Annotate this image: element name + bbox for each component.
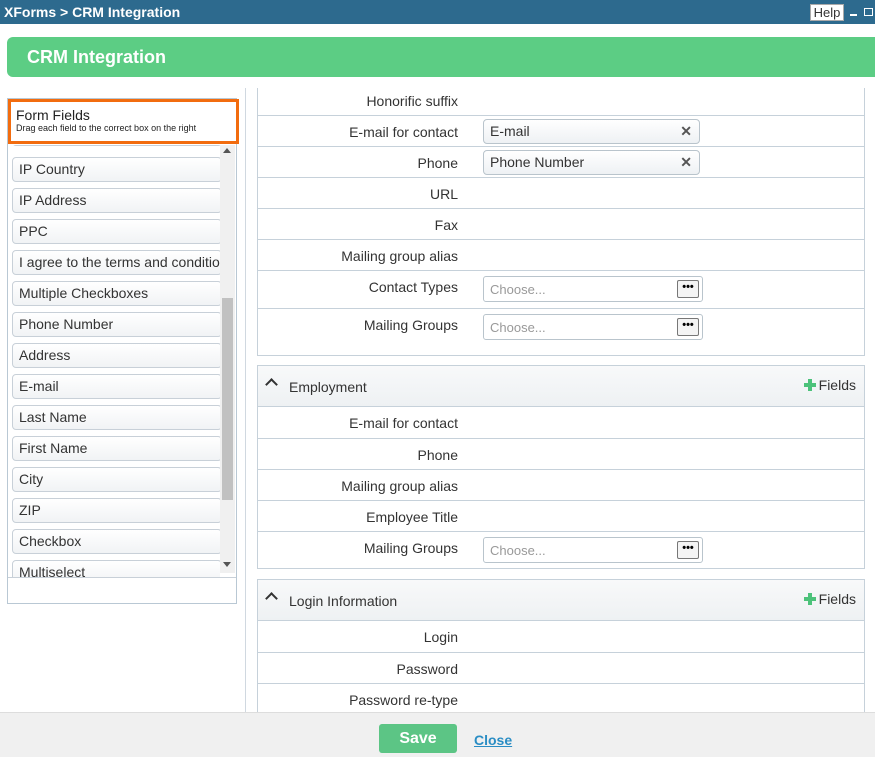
field-item-email[interactable]: E-mail: [12, 374, 220, 399]
ellipsis-icon[interactable]: •••: [677, 541, 699, 559]
mapping-label: Password: [396, 661, 458, 677]
mapping-label: Mailing Groups: [363, 540, 458, 556]
field-item-ip-address[interactable]: IP Address: [12, 188, 220, 213]
mapping-row-password-retype[interactable]: Password re-type: [258, 683, 864, 712]
page-title: CRM Integration: [27, 47, 166, 67]
chevron-up-icon[interactable]: [265, 592, 278, 605]
field-item-multiple-checkboxes[interactable]: Multiple Checkboxes: [12, 281, 220, 306]
mapping-row-password[interactable]: Password: [258, 652, 864, 683]
form-fields-list: IP Country IP Address PPC I agree to the…: [12, 145, 220, 577]
mapping-row-phone[interactable]: Phone Phone Number ✕: [258, 146, 864, 177]
contact-section: Honorific suffix E-mail for contact E-ma…: [257, 88, 865, 356]
mapping-row-mailing-groups: Mailing Groups Choose... •••: [258, 308, 864, 346]
chooser-placeholder: Choose...: [490, 543, 546, 558]
add-fields-button[interactable]: Fields: [803, 377, 856, 393]
mapping-label: Mailing group alias: [341, 248, 458, 264]
form-fields-scrollbar[interactable]: [220, 145, 235, 573]
field-item-zip[interactable]: ZIP: [12, 498, 220, 523]
mapping-row-contact-types: Contact Types Choose... •••: [258, 270, 864, 308]
window-title: XForms > CRM Integration: [4, 4, 181, 20]
mapping-row-url[interactable]: URL: [258, 177, 864, 208]
plus-icon: [803, 593, 816, 605]
chevron-up-icon[interactable]: [265, 378, 278, 391]
dialog-footer: Save Close: [0, 712, 875, 757]
mapping-label: Mailing group alias: [341, 478, 458, 494]
mapping-label: Phone: [417, 155, 458, 171]
mapping-row-employment-alias[interactable]: Mailing group alias: [258, 469, 864, 500]
form-fields-header: Form Fields Drag each field to the corre…: [8, 99, 239, 144]
mapping-label: Password re-type: [349, 692, 458, 708]
mapping-row-employment-phone[interactable]: Phone: [258, 438, 864, 469]
mapping-row-honorific-suffix: Honorific suffix: [258, 88, 864, 115]
plus-icon: [803, 379, 816, 391]
mapping-label: Fax: [434, 217, 458, 233]
mapping-label: Phone: [417, 447, 458, 463]
mapping-row-mailing-group-alias[interactable]: Mailing group alias: [258, 239, 864, 270]
scroll-down-arrow-icon[interactable]: [223, 562, 231, 567]
mapped-field-token[interactable]: Phone Number ✕: [483, 150, 700, 175]
mapping-row-employment-mailing-groups: Mailing Groups Choose... •••: [258, 531, 864, 569]
login-section-header[interactable]: Login Information Fields: [258, 580, 864, 621]
crm-mapping-area: Honorific suffix E-mail for contact E-ma…: [245, 88, 875, 712]
mapping-row-fax[interactable]: Fax: [258, 208, 864, 239]
add-fields-button[interactable]: Fields: [803, 591, 856, 607]
field-item-city[interactable]: City: [12, 467, 220, 492]
mapping-label: URL: [429, 186, 458, 202]
mapping-label: E-mail for contact: [349, 415, 458, 431]
field-item-partial[interactable]: [12, 145, 220, 146]
employment-section-header[interactable]: Employment Fields: [258, 366, 864, 407]
mapping-row-login[interactable]: Login: [258, 621, 864, 652]
chooser-placeholder: Choose...: [490, 320, 546, 335]
window-titlebar: XForms > CRM Integration Help: [0, 0, 875, 24]
token-label: E-mail: [490, 123, 530, 139]
section-title: Employment: [289, 379, 367, 395]
add-fields-label: Fields: [818, 377, 856, 393]
mapping-label: Employee Title: [366, 509, 458, 525]
save-button[interactable]: Save: [379, 724, 457, 753]
help-button[interactable]: Help: [810, 4, 844, 21]
field-item-checkbox[interactable]: Checkbox: [12, 529, 220, 554]
close-icon[interactable]: ✕: [680, 151, 692, 174]
mapping-row-email-for-contact[interactable]: E-mail for contact E-mail ✕: [258, 115, 864, 146]
mapping-label: Login: [423, 629, 458, 645]
field-item-multiselect[interactable]: Multiselect: [12, 560, 220, 577]
field-item-ppc[interactable]: PPC: [12, 219, 220, 244]
mailing-groups-chooser[interactable]: Choose... •••: [483, 314, 703, 340]
field-item-first-name[interactable]: First Name: [12, 436, 220, 461]
employment-mailing-groups-chooser[interactable]: Choose... •••: [483, 537, 703, 563]
scrollbar-thumb[interactable]: [222, 298, 233, 500]
maximize-icon[interactable]: [864, 8, 873, 16]
scroll-up-arrow-icon[interactable]: [223, 148, 231, 153]
add-fields-label: Fields: [818, 591, 856, 607]
ellipsis-icon[interactable]: •••: [677, 280, 699, 298]
ellipsis-icon[interactable]: •••: [677, 318, 699, 336]
field-item-ip-country[interactable]: IP Country: [12, 157, 220, 182]
chooser-placeholder: Choose...: [490, 282, 546, 297]
page-header-banner: CRM Integration: [7, 37, 875, 77]
section-title: Login Information: [289, 593, 398, 609]
form-fields-hint: Drag each field to the correct box on th…: [16, 123, 197, 133]
field-item-last-name[interactable]: Last Name: [12, 405, 220, 430]
close-icon[interactable]: ✕: [680, 120, 692, 143]
close-link[interactable]: Close: [474, 732, 512, 748]
mapping-label: E-mail for contact: [349, 124, 458, 140]
divider: [8, 577, 236, 578]
mapping-label: Honorific suffix: [366, 93, 458, 109]
minimize-icon[interactable]: [850, 14, 857, 16]
field-item-terms[interactable]: I agree to the terms and conditions: [12, 250, 220, 275]
mapped-field-token[interactable]: E-mail ✕: [483, 119, 700, 144]
token-label: Phone Number: [490, 154, 585, 170]
contact-types-chooser[interactable]: Choose... •••: [483, 276, 703, 302]
mapping-row-employment-email[interactable]: E-mail for contact: [258, 407, 864, 438]
mapping-label: Mailing Groups: [363, 317, 458, 333]
field-item-address[interactable]: Address: [12, 343, 220, 368]
form-fields-title: Form Fields: [16, 107, 90, 123]
mapping-label: Contact Types: [368, 279, 458, 295]
employment-section: Employment Fields E-mail for contact Pho…: [257, 365, 865, 569]
mapping-row-employee-title[interactable]: Employee Title: [258, 500, 864, 531]
field-item-phone-number[interactable]: Phone Number: [12, 312, 220, 337]
login-information-section: Login Information Fields Login Password …: [257, 579, 865, 712]
